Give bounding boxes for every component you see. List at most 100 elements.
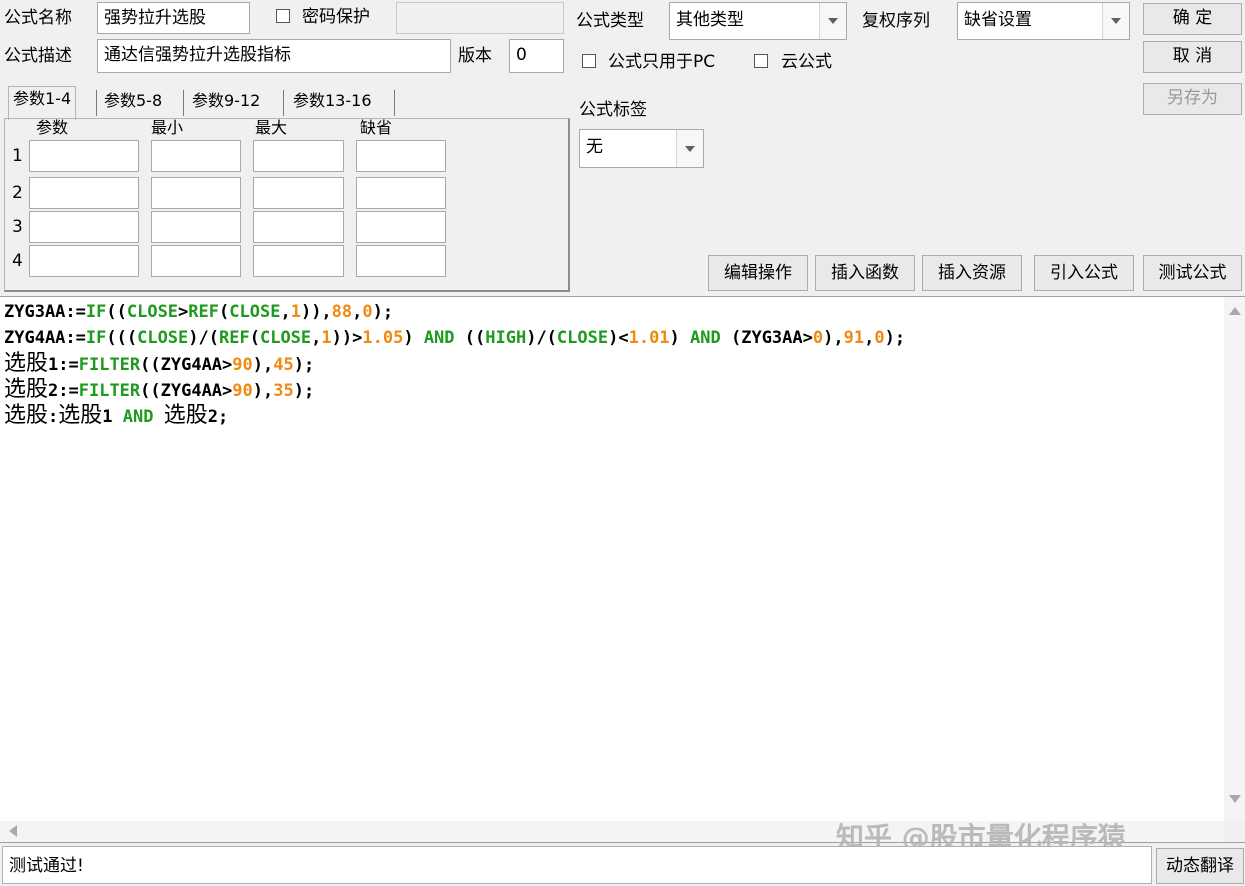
param-row-number: 3 bbox=[12, 217, 23, 237]
scroll-up-icon[interactable] bbox=[1229, 307, 1241, 315]
code-token: )< bbox=[608, 328, 629, 348]
code-token: 选股 bbox=[4, 403, 49, 428]
tab-params-1-4[interactable]: 参数1-4 bbox=[8, 86, 77, 120]
formula-name-input[interactable]: 强势拉升选股 bbox=[97, 2, 250, 34]
code-token: , bbox=[311, 328, 322, 348]
code-token: CLOSE bbox=[137, 328, 189, 348]
pc-only-checkbox[interactable] bbox=[582, 54, 596, 68]
rights-select[interactable]: 缺省设置 bbox=[957, 2, 1130, 40]
status-bar: 测试通过! bbox=[2, 846, 1152, 884]
formula-type-label: 公式类型 bbox=[576, 11, 644, 31]
chevron-down-icon bbox=[1102, 3, 1129, 39]
tab-separator bbox=[183, 90, 184, 116]
param-name-input[interactable] bbox=[29, 211, 139, 243]
dynamic-translate-button[interactable]: 动态翻译 bbox=[1156, 848, 1244, 884]
code-token: REF bbox=[188, 302, 220, 322]
insert-function-button[interactable]: 插入函数 bbox=[815, 255, 915, 291]
code-token: 88 bbox=[331, 302, 353, 322]
code-token: ((( bbox=[106, 328, 138, 348]
code-token: 35 bbox=[273, 381, 294, 401]
password-protect-checkbox[interactable] bbox=[276, 9, 290, 23]
code-token: ( bbox=[249, 328, 260, 348]
formula-desc-input[interactable]: 通达信强势拉升选股指标 bbox=[97, 39, 451, 73]
code-token: 选股 bbox=[4, 351, 49, 376]
status-message: 测试通过! bbox=[9, 856, 84, 876]
code-token: CLOSE bbox=[556, 328, 609, 348]
code-token: 1:= bbox=[48, 355, 79, 375]
param-row-number: 4 bbox=[12, 251, 23, 271]
param-min-input[interactable] bbox=[151, 211, 241, 243]
tab-params-9-12[interactable]: 参数9-12 bbox=[188, 89, 264, 113]
code-token: 2; bbox=[207, 407, 229, 427]
save-as-button[interactable]: 另存为 bbox=[1143, 83, 1242, 115]
code-token: CLOSE bbox=[126, 302, 179, 322]
version-input[interactable]: 0 bbox=[509, 39, 564, 73]
code-token: , bbox=[352, 302, 363, 322]
param-name-input[interactable] bbox=[29, 245, 139, 277]
chevron-down-icon bbox=[819, 3, 846, 39]
param-name-input[interactable] bbox=[29, 140, 139, 172]
pc-only-label: 公式只用于PC bbox=[608, 52, 716, 72]
cloud-checkbox[interactable] bbox=[754, 54, 768, 68]
code-line: 选股2:=FILTER((ZYG4AA>90),35); bbox=[4, 377, 314, 404]
param-min-input[interactable] bbox=[151, 140, 241, 172]
code-token: (ZYG3AA> bbox=[720, 328, 813, 348]
param-max-input[interactable] bbox=[253, 245, 344, 277]
param-header-min: 最小 bbox=[151, 118, 184, 137]
formula-desc-label: 公式描述 bbox=[4, 46, 72, 66]
code-token: ); bbox=[293, 381, 315, 401]
formula-tag-label: 公式标签 bbox=[579, 100, 647, 120]
code-token: ( bbox=[219, 302, 230, 322]
code-token: ), bbox=[252, 355, 274, 375]
scroll-down-icon[interactable] bbox=[1229, 795, 1241, 803]
param-max-input[interactable] bbox=[253, 211, 344, 243]
param-row-number: 2 bbox=[12, 183, 23, 203]
tab-separator bbox=[96, 90, 97, 116]
code-line: ZYG4AA:=IF(((CLOSE)/(REF(CLOSE,1))>1.05)… bbox=[4, 325, 905, 351]
tab-params-13-16[interactable]: 参数13-16 bbox=[289, 89, 376, 113]
code-token: 选股 bbox=[4, 377, 49, 402]
edit-operations-button[interactable]: 编辑操作 bbox=[708, 255, 808, 291]
param-min-input[interactable] bbox=[151, 177, 241, 209]
formula-tag-select[interactable]: 无 bbox=[579, 129, 704, 168]
code-token: ) bbox=[403, 328, 424, 348]
code-token: ((ZYG4AA> bbox=[140, 355, 233, 375]
chevron-down-icon bbox=[676, 130, 703, 167]
code-token: )), bbox=[300, 302, 332, 322]
code-editor[interactable]: ZYG3AA:=IF((CLOSE>REF(CLOSE,1)),88,0); Z… bbox=[0, 296, 1245, 843]
import-formula-button[interactable]: 引入公式 bbox=[1034, 255, 1134, 291]
code-token: ((ZYG4AA> bbox=[140, 381, 233, 401]
scroll-left-icon[interactable] bbox=[9, 825, 17, 837]
tab-separator bbox=[283, 90, 284, 116]
cancel-button[interactable]: 取 消 bbox=[1143, 41, 1242, 73]
test-formula-button[interactable]: 测试公式 bbox=[1143, 255, 1242, 291]
param-default-input[interactable] bbox=[356, 140, 446, 172]
param-default-input[interactable] bbox=[356, 177, 446, 209]
formula-tag-value: 无 bbox=[586, 137, 603, 157]
rights-label: 复权序列 bbox=[862, 11, 930, 31]
formula-type-select[interactable]: 其他类型 bbox=[669, 2, 847, 40]
param-max-input[interactable] bbox=[253, 177, 344, 209]
code-token: IF bbox=[85, 328, 107, 348]
code-token: HIGH bbox=[485, 328, 527, 348]
param-name-input[interactable] bbox=[29, 177, 139, 209]
code-token: 1.01 bbox=[628, 328, 670, 348]
param-min-input[interactable] bbox=[151, 245, 241, 277]
insert-resource-button[interactable]: 插入资源 bbox=[922, 255, 1022, 291]
vertical-scrollbar[interactable] bbox=[1224, 297, 1245, 821]
param-max-input[interactable] bbox=[253, 140, 344, 172]
code-token: ))> bbox=[331, 328, 363, 348]
param-row-number: 1 bbox=[12, 146, 23, 166]
tab-params-5-8[interactable]: 参数5-8 bbox=[100, 89, 166, 113]
code-line: ZYG3AA:=IF((CLOSE>REF(CLOSE,1)),88,0); bbox=[4, 299, 393, 325]
ok-button[interactable]: 确 定 bbox=[1143, 3, 1242, 35]
code-line: 选股1:=FILTER((ZYG4AA>90),45); bbox=[4, 351, 314, 378]
code-token: AND bbox=[122, 407, 154, 427]
code-token: 选股 bbox=[58, 403, 103, 428]
code-token: FILTER bbox=[78, 355, 141, 375]
code-token: 1.05 bbox=[362, 328, 404, 348]
param-default-input[interactable] bbox=[356, 245, 446, 277]
param-header-name: 参数 bbox=[36, 118, 69, 137]
tab-separator bbox=[394, 90, 395, 116]
param-default-input[interactable] bbox=[356, 211, 446, 243]
